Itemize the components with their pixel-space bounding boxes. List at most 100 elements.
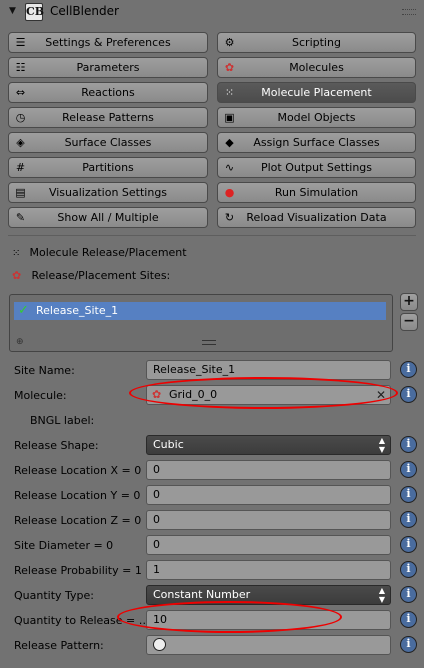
button-label: Assign Surface Classes — [253, 136, 380, 149]
sites-header: ✿ Release/Placement Sites: — [12, 269, 170, 282]
surface-icon: ◈ — [16, 136, 25, 149]
button-scripting[interactable]: ⚙ Scripting — [217, 32, 416, 53]
site-diameter-field[interactable]: 0 — [146, 535, 391, 555]
quantity-type-label: Quantity Type: — [14, 589, 95, 602]
location-z-field[interactable]: 0 — [146, 510, 391, 530]
location-y-label: Release Location Y = 0 — [14, 489, 141, 502]
visualization-icon: ▤ — [15, 186, 26, 199]
info-icon[interactable]: i — [400, 536, 417, 553]
release-probability-label: Release Probability = 1 — [14, 564, 142, 577]
pattern-icon — [153, 638, 166, 651]
button-label: Scripting — [292, 36, 341, 49]
preferences-icon: ☰ — [15, 36, 26, 49]
release-sites-list[interactable]: ✓ Release_Site_1 ⊕ — [9, 294, 393, 352]
pin-icon: ✎ — [15, 211, 26, 224]
button-label: Plot Output Settings — [260, 161, 373, 174]
release-pattern-field[interactable] — [146, 635, 391, 655]
button-molecules[interactable]: ✿ Molecules — [217, 57, 416, 78]
button-label: Run Simulation — [274, 186, 359, 199]
quantity-type-value: Constant Number — [153, 588, 251, 601]
button-label: Parameters — [76, 61, 140, 74]
release-shape-dropdown[interactable]: Cubic ▲ ▼ — [146, 435, 391, 455]
button-assign-surface-classes[interactable]: ◆ Assign Surface Classes — [217, 132, 416, 153]
button-label: Release Patterns — [62, 111, 154, 124]
button-label: Reload Visualization Data — [246, 211, 387, 224]
info-icon[interactable]: i — [400, 461, 417, 478]
molecule-label: Molecule: — [14, 389, 67, 402]
release-shape-value: Cubic — [153, 438, 184, 451]
bngl-label: BNGL label: — [30, 414, 95, 427]
button-molecule-placement[interactable]: ⁙ Molecule Placement — [217, 82, 416, 103]
location-y-field[interactable]: 0 — [146, 485, 391, 505]
button-release-patterns[interactable]: ◷ Release Patterns — [8, 107, 208, 128]
assign-icon: ◆ — [225, 136, 234, 149]
info-icon[interactable]: i — [400, 436, 417, 453]
list-filter-icon[interactable]: ⊕ — [16, 337, 24, 347]
checkmark-icon: ✓ — [18, 303, 29, 318]
button-run-simulation[interactable]: ● Run Simulation — [217, 182, 416, 203]
info-icon[interactable]: i — [400, 486, 417, 503]
button-visualization-settings[interactable]: ▤ Visualization Settings — [8, 182, 208, 203]
site-diameter-label: Site Diameter = 0 — [14, 539, 114, 552]
button-model-objects[interactable]: ▣ Model Objects — [217, 107, 416, 128]
pattern-icon: ◷ — [15, 111, 26, 124]
button-label: Partitions — [82, 161, 134, 174]
button-reload-visualization-data[interactable]: ↻ Reload Visualization Data — [217, 207, 416, 228]
highlight-circle-molecule — [129, 377, 398, 409]
info-icon[interactable]: i — [400, 561, 417, 578]
info-icon[interactable]: i — [400, 386, 417, 403]
list-item[interactable]: ✓ Release_Site_1 — [14, 302, 386, 320]
placement-icon: ⁙ — [12, 248, 21, 259]
button-label: Surface Classes — [64, 136, 152, 149]
release-pattern-label: Release Pattern: — [14, 639, 104, 652]
divider — [8, 235, 416, 236]
info-icon[interactable]: i — [400, 611, 417, 628]
button-label: Visualization Settings — [48, 186, 168, 199]
section-title: Molecule Release/Placement — [29, 246, 187, 259]
site-name-label: Site Name: — [14, 364, 75, 377]
add-site-button[interactable]: + — [400, 293, 418, 311]
location-z-label: Release Location Z = 0 — [14, 514, 142, 527]
script-icon: ⚙ — [224, 36, 235, 49]
cube-icon: ▣ — [224, 111, 235, 124]
molecules-icon: ✿ — [224, 61, 235, 74]
button-reactions[interactable]: ⇔ Reactions — [8, 82, 208, 103]
button-label: Molecules — [289, 61, 344, 74]
button-label: Model Objects — [277, 111, 356, 124]
button-settings-preferences[interactable]: ☰ Settings & Preferences — [8, 32, 208, 53]
release-probability-field[interactable]: 1 — [146, 560, 391, 580]
drag-grip-icon[interactable] — [402, 9, 416, 15]
button-label: Reactions — [81, 86, 135, 99]
release-shape-label: Release Shape: — [14, 439, 99, 452]
button-label: Show All / Multiple — [57, 211, 159, 224]
panel-title: CellBlender — [50, 4, 119, 18]
info-icon[interactable]: i — [400, 636, 417, 653]
list-resize-handle[interactable] — [202, 340, 216, 345]
info-icon[interactable]: i — [400, 361, 417, 378]
molecules-icon: ✿ — [12, 269, 22, 282]
site-label: Release_Site_1 — [36, 304, 119, 317]
button-show-all-multiple[interactable]: ✎ Show All / Multiple — [8, 207, 208, 228]
button-parameters[interactable]: ☷ Parameters — [8, 57, 208, 78]
grid-icon: # — [15, 161, 26, 174]
run-icon: ● — [224, 186, 235, 199]
location-x-label: Release Location X = 0 — [14, 464, 142, 477]
remove-site-button[interactable]: − — [400, 313, 418, 331]
button-label: Settings & Preferences — [45, 36, 171, 49]
collapse-triangle-icon[interactable]: ▼ — [9, 6, 16, 16]
panel-header[interactable]: ▼ CB CellBlender — [0, 0, 424, 24]
info-icon[interactable]: i — [400, 511, 417, 528]
button-surface-classes[interactable]: ◈ Surface Classes — [8, 132, 208, 153]
location-x-field[interactable]: 0 — [146, 460, 391, 480]
button-plot-output-settings[interactable]: ∿ Plot Output Settings — [217, 157, 416, 178]
plot-icon: ∿ — [224, 161, 235, 174]
parameters-icon: ☷ — [15, 61, 26, 74]
placement-icon: ⁙ — [224, 86, 235, 99]
section-header: ⁙ Molecule Release/Placement — [12, 246, 187, 259]
highlight-circle-quantity — [117, 601, 342, 633]
reload-icon: ↻ — [224, 211, 235, 224]
reactions-icon: ⇔ — [15, 86, 26, 99]
info-icon[interactable]: i — [400, 586, 417, 603]
button-partitions[interactable]: # Partitions — [8, 157, 208, 178]
sites-label: Release/Placement Sites: — [31, 269, 171, 282]
